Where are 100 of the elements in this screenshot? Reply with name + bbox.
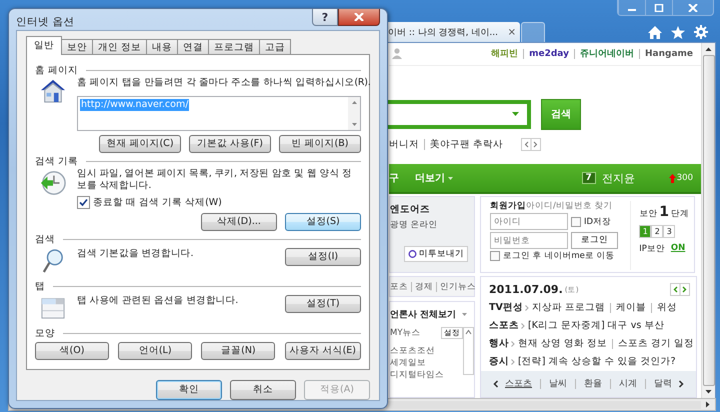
category-link[interactable]: TV편성 bbox=[489, 299, 523, 317]
dialog-button[interactable]: 삭제(D)... bbox=[201, 213, 277, 231]
close-icon bbox=[354, 13, 364, 21]
chevron-icon bbox=[521, 323, 525, 329]
metoo-button[interactable]: 미투보내기 bbox=[404, 246, 468, 262]
section-heading: 모양 bbox=[35, 326, 55, 340]
service-tab[interactable]: 달력 bbox=[645, 379, 672, 389]
dialog-button[interactable]: 기본값 사용(F) bbox=[189, 135, 271, 153]
info-link[interactable]: [전략] 계속 상승할 수 있을 것인가? bbox=[518, 353, 676, 371]
service-link[interactable]: 쥬니어네이버 bbox=[574, 48, 634, 59]
service-tab[interactable]: 스포츠 bbox=[505, 379, 532, 389]
checkbox[interactable] bbox=[490, 251, 500, 262]
next-icon[interactable] bbox=[678, 380, 684, 388]
security-step[interactable]: 2 bbox=[651, 225, 664, 238]
tabbed-window-icon bbox=[41, 295, 65, 319]
security-step[interactable]: 3 bbox=[663, 225, 676, 238]
login-button[interactable]: 로그인 bbox=[571, 232, 618, 250]
category-link[interactable]: 증시 bbox=[489, 353, 509, 371]
dialog-button[interactable]: 설정(T) bbox=[285, 295, 361, 313]
dialog-button[interactable]: 색(O) bbox=[35, 342, 109, 360]
scroll-down-icon[interactable] bbox=[705, 389, 712, 395]
news-headline[interactable]: 美야구팬 추락사 bbox=[424, 139, 504, 150]
scroll-up-icon[interactable] bbox=[705, 46, 712, 52]
press-link[interactable]: 세계일보 bbox=[390, 357, 463, 369]
checkbox[interactable] bbox=[571, 216, 581, 227]
info-link[interactable]: 스포츠 경기 일정 bbox=[612, 339, 694, 349]
dialog-button[interactable]: 취소 bbox=[230, 380, 296, 400]
news-tab[interactable]: 경제 bbox=[411, 282, 433, 292]
scroll-right-icon[interactable] bbox=[705, 401, 711, 408]
category-link[interactable]: 스포츠 bbox=[489, 317, 519, 335]
window-title: 인터넷 옵션 bbox=[16, 15, 74, 29]
vertical-scrollbar[interactable] bbox=[701, 43, 715, 398]
category-link[interactable]: 행사 bbox=[489, 335, 509, 353]
caret-icon[interactable] bbox=[448, 176, 453, 180]
rank-badge: 7 bbox=[582, 172, 596, 184]
tab[interactable]: 고급 bbox=[259, 39, 292, 55]
ticker-arrows[interactable] bbox=[521, 138, 542, 152]
news-headline[interactable]: 버니저 bbox=[389, 139, 419, 150]
browser-tab[interactable]: 이버 :: 나의 경쟁력, 네이... × bbox=[386, 22, 520, 42]
dialog-button[interactable]: 확인 bbox=[156, 380, 222, 400]
pager-arrows[interactable] bbox=[670, 283, 690, 296]
new-tab-button[interactable] bbox=[521, 22, 545, 42]
security-level: 1 bbox=[659, 205, 669, 220]
news-tab[interactable]: 인기뉴스 bbox=[436, 282, 476, 292]
dialog-button[interactable]: 언어(L) bbox=[118, 342, 192, 360]
dialog-button[interactable]: 설정(I) bbox=[285, 248, 361, 266]
my-news-label: MY뉴스 bbox=[390, 327, 421, 339]
person-icon bbox=[392, 48, 402, 60]
promo-subtitle[interactable]: 광명 온라인 bbox=[390, 219, 474, 232]
service-tab[interactable]: 시계 bbox=[610, 379, 637, 389]
tab[interactable]: 내용 bbox=[146, 39, 178, 55]
dropdown-caret-icon[interactable] bbox=[512, 112, 519, 116]
checkbox[interactable] bbox=[77, 196, 90, 209]
service-link[interactable]: 해피빈 bbox=[491, 48, 518, 59]
promo-title[interactable]: 엔도어즈 bbox=[390, 203, 474, 216]
section-heading: 홈 페이지 bbox=[35, 64, 78, 76]
settings-icon[interactable] bbox=[694, 25, 708, 39]
press-link[interactable]: 디지털타임스 bbox=[390, 369, 463, 381]
close-button[interactable] bbox=[338, 9, 380, 26]
dialog-button[interactable]: 글꼴(N) bbox=[201, 342, 276, 360]
tab[interactable]: 일반 bbox=[26, 36, 62, 55]
caret-icon[interactable] bbox=[462, 313, 468, 316]
tab[interactable]: 개인 정보 bbox=[92, 39, 148, 55]
help-button[interactable]: ? bbox=[312, 9, 338, 26]
dialog-button[interactable]: 사용자 서식(E) bbox=[284, 342, 361, 360]
ip-security-toggle[interactable]: ON bbox=[670, 243, 686, 256]
maximize-icon bbox=[654, 4, 664, 12]
find-account-link[interactable]: 아이디/비밀번호 찾기 bbox=[526, 201, 613, 212]
tab[interactable]: 연결 bbox=[177, 39, 210, 55]
news-tab[interactable]: 포츠 bbox=[390, 282, 408, 292]
service-tab[interactable]: 환율 bbox=[575, 379, 602, 389]
chevron-icon bbox=[511, 341, 515, 347]
date-label: 2011.07.09. bbox=[489, 283, 563, 296]
id-field[interactable]: 아이디 bbox=[490, 213, 568, 230]
tab[interactable]: 프로그램 bbox=[208, 39, 260, 55]
service-link[interactable]: me2day bbox=[523, 48, 569, 59]
service-tab[interactable]: 날씨 bbox=[540, 379, 567, 389]
service-link[interactable]: Hangame bbox=[638, 48, 693, 59]
dialog-button[interactable]: 빈 페이지(B) bbox=[279, 135, 361, 153]
dialog-button[interactable]: 현재 페이지(C) bbox=[99, 135, 181, 153]
checkbox-label: ID저장 bbox=[584, 216, 612, 227]
info-link[interactable]: 지상파 프로그램 bbox=[532, 299, 605, 317]
security-label: 단계 bbox=[671, 208, 689, 220]
press-link[interactable]: 스포츠조선 bbox=[390, 345, 463, 357]
info-link[interactable]: [K리그 문자중계] 대구 vs 부산 bbox=[528, 317, 664, 335]
scrollbar[interactable] bbox=[463, 327, 474, 375]
checkbox-label: 로그인 후 네이버me로 이동 bbox=[503, 251, 615, 262]
press-all-link[interactable]: 언론사 전체보기 bbox=[390, 308, 456, 321]
info-link[interactable]: 케이블 bbox=[610, 303, 646, 313]
favorites-star-icon[interactable] bbox=[671, 26, 685, 38]
password-field[interactable]: 비밀번호 bbox=[490, 232, 568, 250]
tab-close-button[interactable]: × bbox=[508, 26, 516, 38]
maximize-button[interactable] bbox=[645, 0, 672, 15]
signup-link[interactable]: 회원가입 bbox=[490, 201, 526, 212]
previous-icon[interactable] bbox=[493, 380, 499, 388]
home-icon[interactable] bbox=[648, 26, 662, 38]
info-link[interactable]: 현재 상영 영화 정보 bbox=[518, 335, 608, 353]
info-link[interactable]: 위성 bbox=[650, 303, 677, 313]
minimize-button[interactable] bbox=[618, 0, 645, 15]
dialog-button[interactable]: 설정(S) bbox=[285, 213, 361, 231]
